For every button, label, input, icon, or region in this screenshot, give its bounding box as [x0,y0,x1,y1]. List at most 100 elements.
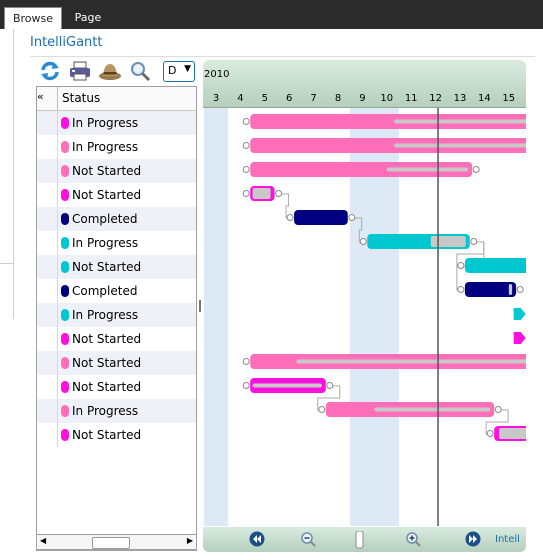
milestone-marker[interactable] [513,332,526,344]
row-separator [57,351,58,375]
zoom-in-button[interactable] [405,531,421,547]
table-row[interactable]: In Progress [37,111,196,135]
status-indicator-icon [61,141,69,153]
link-handle-start[interactable] [242,358,250,365]
table-row[interactable]: In Progress [37,303,196,327]
link-handle-start[interactable] [242,382,250,389]
zoom-level-select[interactable]: D ▼ [163,61,195,82]
gantt-chart: 2010 3 4 5 6 7 8 9 10 11 12 13 14 15 [203,60,526,552]
grid-horizontal-scrollbar[interactable]: ◀ ▶ [36,534,197,550]
table-row[interactable]: Completed [37,207,196,231]
gantt-footer: Intell [203,527,526,552]
footer-link[interactable]: Intell [495,534,520,545]
link-handle-start[interactable] [359,238,367,245]
grid-header: « Status [37,87,196,111]
link-handle-start[interactable] [486,430,494,437]
status-text: Completed [72,284,138,298]
status-text: Not Started [72,332,142,346]
search-button[interactable] [128,59,152,83]
row-separator [57,255,58,279]
row-separator [57,327,58,351]
task-bar[interactable] [464,282,517,297]
row-separator [57,183,58,207]
progress-indicator [374,407,491,412]
scroll-back-button[interactable] [249,531,265,547]
link-handle-end[interactable] [494,406,502,413]
explore-button[interactable] [98,59,122,83]
row-separator [57,231,58,255]
printer-icon [70,61,90,81]
zoom-out-icon [301,532,316,547]
tab-browse[interactable]: Browse [4,7,62,29]
link-handle-start[interactable] [457,262,465,269]
link-handle-end[interactable] [326,382,334,389]
link-handle-start[interactable] [242,142,250,149]
task-bar[interactable] [294,210,348,225]
dependency-link [278,193,291,219]
link-handle-end[interactable] [470,238,478,245]
status-text: In Progress [72,404,139,418]
splitter-grip[interactable] [199,300,201,312]
table-row[interactable]: Not Started [37,159,196,183]
progress-indicator [394,143,526,148]
table-row[interactable]: In Progress [37,231,196,255]
link-handle-end[interactable] [275,190,283,197]
app-title[interactable]: IntelliGantt [30,35,102,50]
progress-indicator [508,284,513,295]
status-column-header[interactable]: Status [62,91,100,105]
zoom-out-button[interactable] [300,531,316,547]
link-handle-start[interactable] [242,190,250,197]
milestone-marker[interactable] [513,308,526,320]
table-row[interactable]: In Progress [37,399,196,423]
table-row[interactable]: Not Started [37,375,196,399]
progress-indicator [499,428,526,439]
tab-page[interactable]: Page [66,7,110,29]
explorer-hat-icon [99,64,121,80]
table-row[interactable]: Not Started [37,327,196,351]
link-handle-end[interactable] [348,214,356,221]
progress-indicator [252,188,271,199]
status-text: In Progress [72,236,139,250]
status-indicator-icon [61,357,69,369]
print-button[interactable] [68,59,92,83]
status-text: Completed [72,212,138,226]
search-icon [131,62,151,82]
row-separator [57,303,58,327]
link-handle-start[interactable] [242,118,250,125]
status-indicator-icon [61,165,69,177]
status-text: In Progress [72,308,139,322]
link-handle-start[interactable] [286,214,294,221]
status-text: Not Started [72,380,142,394]
title-divider [30,56,535,57]
scroll-forward-button[interactable] [465,531,481,547]
chevron-down-icon: ▼ [184,64,191,74]
link-handle-start[interactable] [457,286,465,293]
link-handle-end[interactable] [472,166,480,173]
zoom-slider-thumb[interactable] [355,530,365,549]
refresh-button[interactable] [38,59,62,83]
link-handle-start[interactable] [242,166,250,173]
progress-indicator [386,167,469,172]
progress-indicator [430,236,466,247]
link-handle-start[interactable] [318,406,326,413]
left-nav-panel [0,29,14,319]
link-handle-end[interactable] [516,286,524,293]
task-bar[interactable] [464,258,526,273]
table-row[interactable]: Not Started [37,351,196,375]
table-row[interactable]: Completed [37,279,196,303]
table-row[interactable]: Not Started [37,255,196,279]
table-row[interactable]: In Progress [37,135,196,159]
scrollbar-thumb[interactable] [92,537,130,549]
scroll-left-icon[interactable]: ◀ [40,536,46,545]
status-indicator-icon [61,309,69,321]
scroll-right-icon[interactable]: ▶ [187,536,193,545]
table-row[interactable]: Not Started [37,183,196,207]
progress-indicator [296,359,526,364]
column-resize-icon[interactable]: « [37,90,44,103]
rewind-icon [249,531,265,547]
table-row[interactable]: Not Started [37,423,196,447]
status-text: Not Started [72,428,142,442]
status-indicator-icon [61,285,69,297]
gantt-canvas [242,108,526,526]
status-indicator-icon [61,381,69,393]
